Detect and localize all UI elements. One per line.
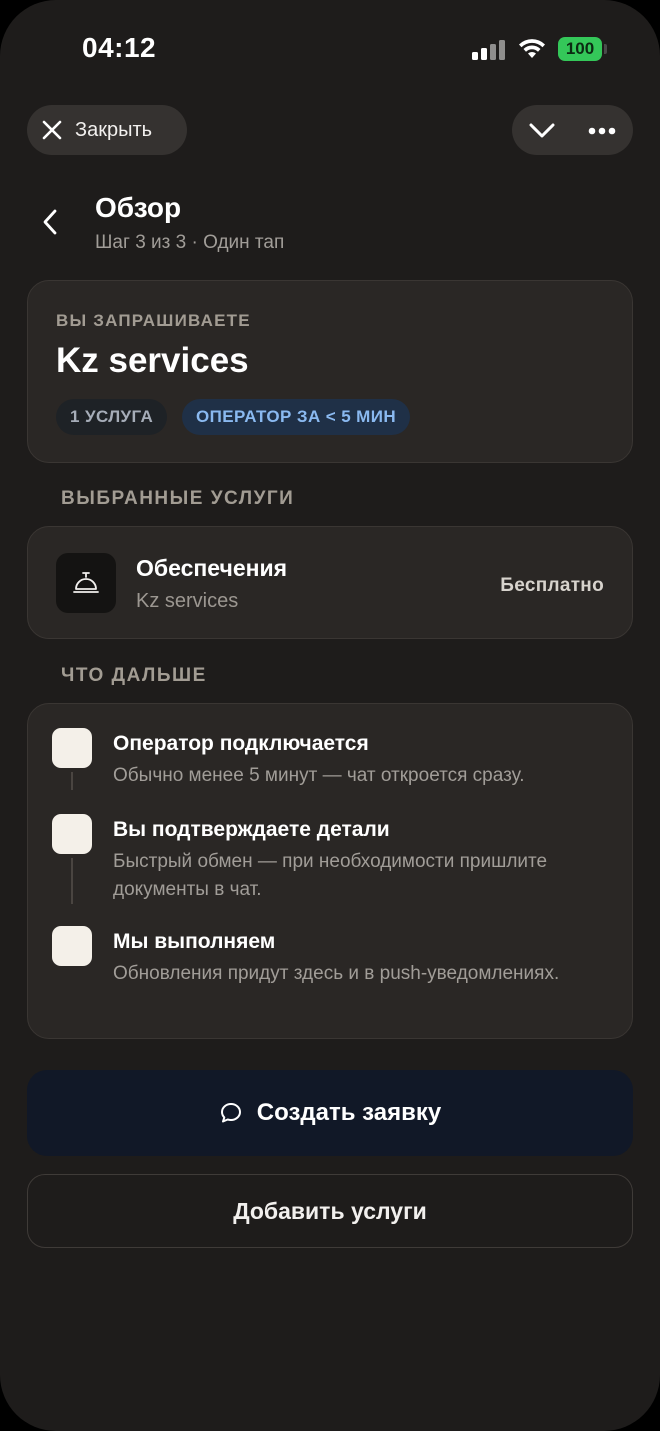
- step-description: Обновления придут здесь и в push-уведомл…: [113, 963, 560, 984]
- request-title: Kz services: [56, 341, 249, 380]
- step-title: Оператор подключается: [113, 732, 369, 755]
- service-name: Обеспечения: [136, 555, 288, 581]
- battery-tip: [604, 44, 607, 54]
- page-title: Обзор: [95, 192, 182, 223]
- close-label: Закрыть: [75, 118, 153, 141]
- add-services-label: Добавить услуги: [233, 1197, 427, 1224]
- service-price: Бесплатно: [500, 575, 604, 596]
- service-count-badge: 1 УСЛУГА: [56, 399, 168, 435]
- wifi-icon: [519, 39, 545, 58]
- service-item[interactable]: Обеспечения Kz services Бесплатно: [27, 526, 633, 639]
- next-steps-heading: ЧТО ДАЛЬШЕ: [61, 665, 207, 686]
- create-request-button[interactable]: Создать заявку: [27, 1070, 633, 1156]
- request-summary-card: ВЫ ЗАПРАШИВАЕТЕ Kz services 1 УСЛУГА ОПЕ…: [27, 280, 633, 463]
- next-steps-card: 1 Оператор подключается Обычно менее 5 м…: [27, 703, 633, 1039]
- create-request-label: Создать заявку: [256, 1099, 442, 1126]
- status-time: 04:12: [82, 32, 157, 63]
- operator-eta-badge: ОПЕРАТОР ЗА < 5 МИН: [182, 399, 411, 435]
- page-subtitle: Шаг 3 из 3 · Один тап: [95, 232, 285, 253]
- chevron-down-icon[interactable]: [528, 118, 556, 142]
- menu-pill: [512, 105, 633, 155]
- close-icon: [42, 120, 62, 140]
- step-description: Быстрый обмен — при необходимости пришли…: [113, 851, 548, 900]
- selected-services-heading: ВЫБРАННЫЕ УСЛУГИ: [61, 488, 295, 509]
- back-arrow-icon[interactable]: [40, 208, 62, 236]
- battery-indicator: 100: [558, 37, 602, 61]
- step-description: Обычно менее 5 минут — чат откроется сра…: [113, 765, 525, 786]
- status-bar: 04:12 100: [0, 0, 660, 96]
- step-connector: [71, 858, 73, 904]
- cellular-signal-icon: [472, 40, 506, 60]
- close-button[interactable]: Закрыть: [27, 105, 187, 155]
- service-bell-icon: [56, 553, 116, 613]
- app-screen: 04:12 100 Закрыть Обзор Шаг 3 из 3 · Оди…: [0, 0, 660, 1431]
- service-provider: Kz services: [136, 590, 239, 612]
- step-title: Вы подтверждаете детали: [113, 818, 390, 841]
- more-options-icon[interactable]: [588, 127, 616, 135]
- chat-bubble-icon: [220, 1103, 241, 1123]
- request-label: ВЫ ЗАПРАШИВАЕТЕ: [56, 311, 251, 330]
- step-number: 3: [52, 926, 92, 966]
- step-title: Мы выполняем: [113, 930, 276, 953]
- add-services-button[interactable]: Добавить услуги: [27, 1174, 633, 1248]
- step-connector: [71, 772, 73, 790]
- step-number: 2: [52, 814, 92, 854]
- step-number: 1: [52, 728, 92, 768]
